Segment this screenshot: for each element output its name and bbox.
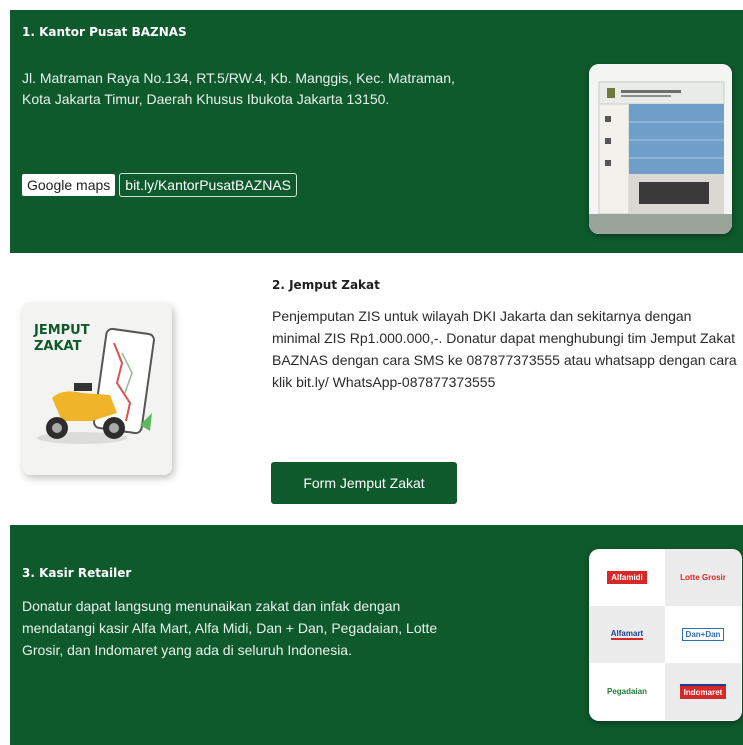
address-text: Jl. Matraman Raya No.134, RT.5/RW.4, Kb.… [22,70,455,107]
indomaret-logo: Indomaret [665,663,741,720]
google-maps-label: Google maps [22,174,116,196]
section-kantor-pusat: 1. Kantor Pusat BAZNAS Jl. Matraman Raya… [10,10,743,253]
logo-label: Pegadaian [606,687,647,696]
section-title: 3. Kasir Retailer [22,566,132,580]
building-photo [589,64,732,234]
section-title: 2. Jemput Zakat [272,278,380,292]
section-title: 1. Kantor Pusat BAZNAS [22,25,187,39]
alfamidi-logo: Alfamidi [589,549,665,606]
logo-label: Lotte Grosir [680,573,726,582]
jemput-zakat-image: JEMPUT ZAKAT [22,303,172,475]
kasir-retailer-description: Donatur dapat langsung menunaikan zakat … [22,598,438,658]
pegadaian-logo: Pegadaian [589,663,665,720]
jemput-zakat-description: Penjemputan ZIS untuk wilayah DKI Jakart… [272,308,737,390]
form-jemput-zakat-button[interactable]: Form Jemput Zakat [271,462,457,504]
building-photo-icon [589,64,732,234]
logo-label: Alfamidi [607,571,647,584]
retailer-logos-card: Alfamidi Lotte Grosir Alfamart Dan+Dan P… [589,549,742,721]
lotte-grosir-logo: Lotte Grosir [665,549,741,606]
maps-row: Google maps bit.ly/KantorPusatBAZNAS [22,173,298,197]
logo-label: Indomaret [679,684,727,699]
logo-label: Alfamart [610,629,644,640]
scooter-phone-icon [37,327,155,444]
maps-link[interactable]: bit.ly/KantorPusatBAZNAS [119,173,298,197]
section-kasir-retailer: 3. Kasir Retailer Donatur dapat langsung… [10,525,743,745]
logo-label: Dan+Dan [681,628,725,641]
alfamart-logo: Alfamart [589,606,665,663]
danplusdan-logo: Dan+Dan [665,606,741,663]
